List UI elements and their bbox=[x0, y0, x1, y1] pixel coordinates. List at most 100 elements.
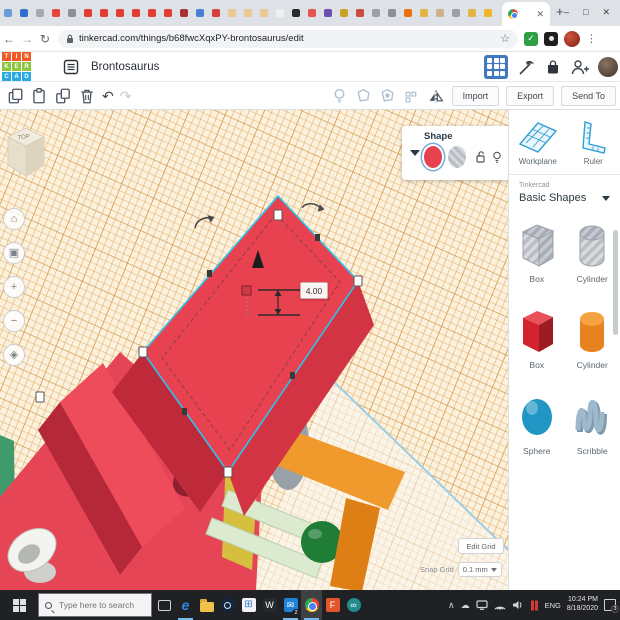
shape-item-scribble[interactable]: Scribble bbox=[565, 392, 620, 456]
browser-menu-icon[interactable]: ⋮ bbox=[586, 32, 597, 45]
taskbar-search[interactable] bbox=[38, 593, 152, 617]
category-dropdown[interactable]: Basic Shapes bbox=[519, 192, 610, 204]
solid-color-swatch[interactable] bbox=[424, 146, 442, 168]
tab-favicon[interactable] bbox=[484, 9, 492, 17]
delete-icon[interactable] bbox=[78, 87, 96, 105]
network-icon[interactable] bbox=[494, 600, 506, 610]
tab-favicon[interactable] bbox=[196, 9, 204, 17]
send-to-button[interactable]: Send To bbox=[561, 86, 616, 106]
tab-favicon[interactable] bbox=[52, 9, 60, 17]
tab-favicon[interactable] bbox=[244, 9, 252, 17]
fit-view-button[interactable]: ▣ bbox=[3, 242, 25, 264]
refresh-button[interactable]: ↻ bbox=[36, 33, 54, 45]
close-button[interactable]: ✕ bbox=[602, 8, 610, 17]
tab-favicon[interactable] bbox=[452, 9, 460, 17]
tab-favicon[interactable] bbox=[84, 9, 92, 17]
perspective-toggle-button[interactable]: ◈ bbox=[3, 344, 25, 366]
store-app-button[interactable]: ⊞ bbox=[238, 590, 259, 620]
language-indicator[interactable]: ENG bbox=[545, 601, 561, 610]
zoom-in-button[interactable]: + bbox=[3, 276, 25, 298]
tab-favicon[interactable] bbox=[20, 9, 28, 17]
shape-item-red-box[interactable]: Box bbox=[509, 306, 565, 370]
task-view-button[interactable] bbox=[154, 590, 175, 620]
show-all-bulb-icon[interactable] bbox=[331, 87, 348, 104]
search-input[interactable] bbox=[57, 599, 147, 611]
mail-app-button[interactable]: ✉ 2 bbox=[280, 590, 301, 620]
tab-favicon[interactable] bbox=[436, 9, 444, 17]
redo-icon[interactable]: ↷ bbox=[120, 89, 132, 103]
design-title[interactable]: Brontosaurus bbox=[91, 61, 159, 73]
bookmark-star-icon[interactable]: ☆ bbox=[500, 32, 510, 45]
speaker-icon[interactable] bbox=[512, 600, 524, 610]
tab-favicon[interactable] bbox=[180, 9, 188, 17]
address-bar[interactable]: tinkercad.com/things/b68fwcXqxPY-brontos… bbox=[58, 30, 518, 48]
copy-icon[interactable] bbox=[6, 87, 24, 105]
tinkercad-logo[interactable]: T I N K E R C A D bbox=[2, 52, 31, 81]
3d-viewport[interactable]: TOP ⌂ ▣ + − ◈ Shape bbox=[0, 110, 508, 590]
tab-favicon[interactable] bbox=[404, 9, 412, 17]
tab-favicon[interactable] bbox=[420, 9, 428, 17]
user-avatar[interactable] bbox=[598, 57, 618, 77]
home-view-button[interactable]: ⌂ bbox=[3, 208, 25, 230]
collapse-caret-icon[interactable] bbox=[410, 150, 420, 156]
mirror-icon[interactable] bbox=[427, 87, 445, 104]
tab-favicon[interactable] bbox=[468, 9, 476, 17]
tab-favicon[interactable] bbox=[260, 9, 268, 17]
hole-swatch[interactable] bbox=[448, 146, 466, 168]
tab-favicon[interactable] bbox=[4, 9, 12, 17]
zoom-out-button[interactable]: − bbox=[3, 310, 25, 332]
import-button[interactable]: Import bbox=[452, 86, 500, 106]
rotate-handle-icon[interactable] bbox=[302, 200, 325, 213]
tab-favicon[interactable] bbox=[372, 9, 380, 17]
duplicate-icon[interactable] bbox=[54, 87, 72, 105]
display-icon[interactable] bbox=[476, 600, 488, 610]
tab-favicon[interactable] bbox=[228, 9, 236, 17]
back-button[interactable]: ← bbox=[0, 33, 18, 45]
ungroup-icon[interactable] bbox=[379, 87, 396, 104]
tab-favicon[interactable] bbox=[100, 9, 108, 17]
tab-favicon[interactable] bbox=[292, 9, 300, 17]
forward-button[interactable]: → bbox=[18, 33, 36, 45]
infinity-app-button[interactable]: ∞ bbox=[343, 590, 364, 620]
new-tab-button[interactable]: + bbox=[556, 4, 564, 19]
onedrive-cloud-icon[interactable]: ☁ bbox=[461, 601, 470, 610]
tab-favicon[interactable] bbox=[116, 9, 124, 17]
action-center-icon[interactable]: 3 bbox=[604, 599, 616, 611]
steam-app-button[interactable] bbox=[217, 590, 238, 620]
unlock-icon[interactable] bbox=[476, 151, 486, 163]
shop-bag-icon[interactable] bbox=[544, 58, 562, 76]
active-tab[interactable]: ✕ bbox=[502, 2, 550, 26]
dashboard-grid-button[interactable] bbox=[484, 55, 508, 79]
group-icon[interactable] bbox=[355, 87, 372, 104]
tab-favicon[interactable] bbox=[148, 9, 156, 17]
tab-favicon[interactable] bbox=[356, 9, 364, 17]
taskbar-clock[interactable]: 10:24 PM 8/18/2020 bbox=[567, 596, 598, 614]
add-user-icon[interactable] bbox=[570, 58, 590, 76]
tab-favicon[interactable] bbox=[212, 9, 220, 17]
tab-favicon[interactable] bbox=[324, 9, 332, 17]
minimize-button[interactable]: – bbox=[564, 8, 569, 17]
tab-favicon[interactable] bbox=[132, 9, 140, 17]
maximize-button[interactable]: □ bbox=[583, 8, 588, 17]
shape-item-sphere[interactable]: Sphere bbox=[509, 392, 565, 456]
export-button[interactable]: Export bbox=[506, 86, 554, 106]
tab-favicon[interactable] bbox=[340, 9, 348, 17]
snap-grid-dropdown[interactable]: 0.1 mm bbox=[458, 562, 502, 577]
rotate-handle-icon[interactable] bbox=[192, 213, 215, 228]
workplane-tool[interactable]: Workplane bbox=[516, 118, 560, 166]
ruler-tool[interactable]: Ruler bbox=[573, 118, 613, 166]
extension-dark-icon[interactable] bbox=[544, 32, 558, 46]
undo-icon[interactable]: ↶ bbox=[102, 89, 114, 103]
shape-item-hole-box[interactable]: Box bbox=[509, 220, 565, 284]
f-app-button[interactable]: F bbox=[322, 590, 343, 620]
view-cube[interactable]: TOP bbox=[4, 124, 48, 180]
chrome-app-button[interactable] bbox=[301, 590, 322, 620]
tab-favicon[interactable] bbox=[276, 9, 284, 17]
tab-favicon[interactable] bbox=[164, 9, 172, 17]
tab-favicon[interactable] bbox=[36, 9, 44, 17]
hide-bulb-icon[interactable] bbox=[492, 151, 502, 164]
start-button[interactable] bbox=[0, 590, 38, 620]
tab-favicon[interactable] bbox=[68, 9, 76, 17]
red-tray-app-icon[interactable] bbox=[530, 600, 539, 611]
tab-favicon[interactable] bbox=[388, 9, 396, 17]
